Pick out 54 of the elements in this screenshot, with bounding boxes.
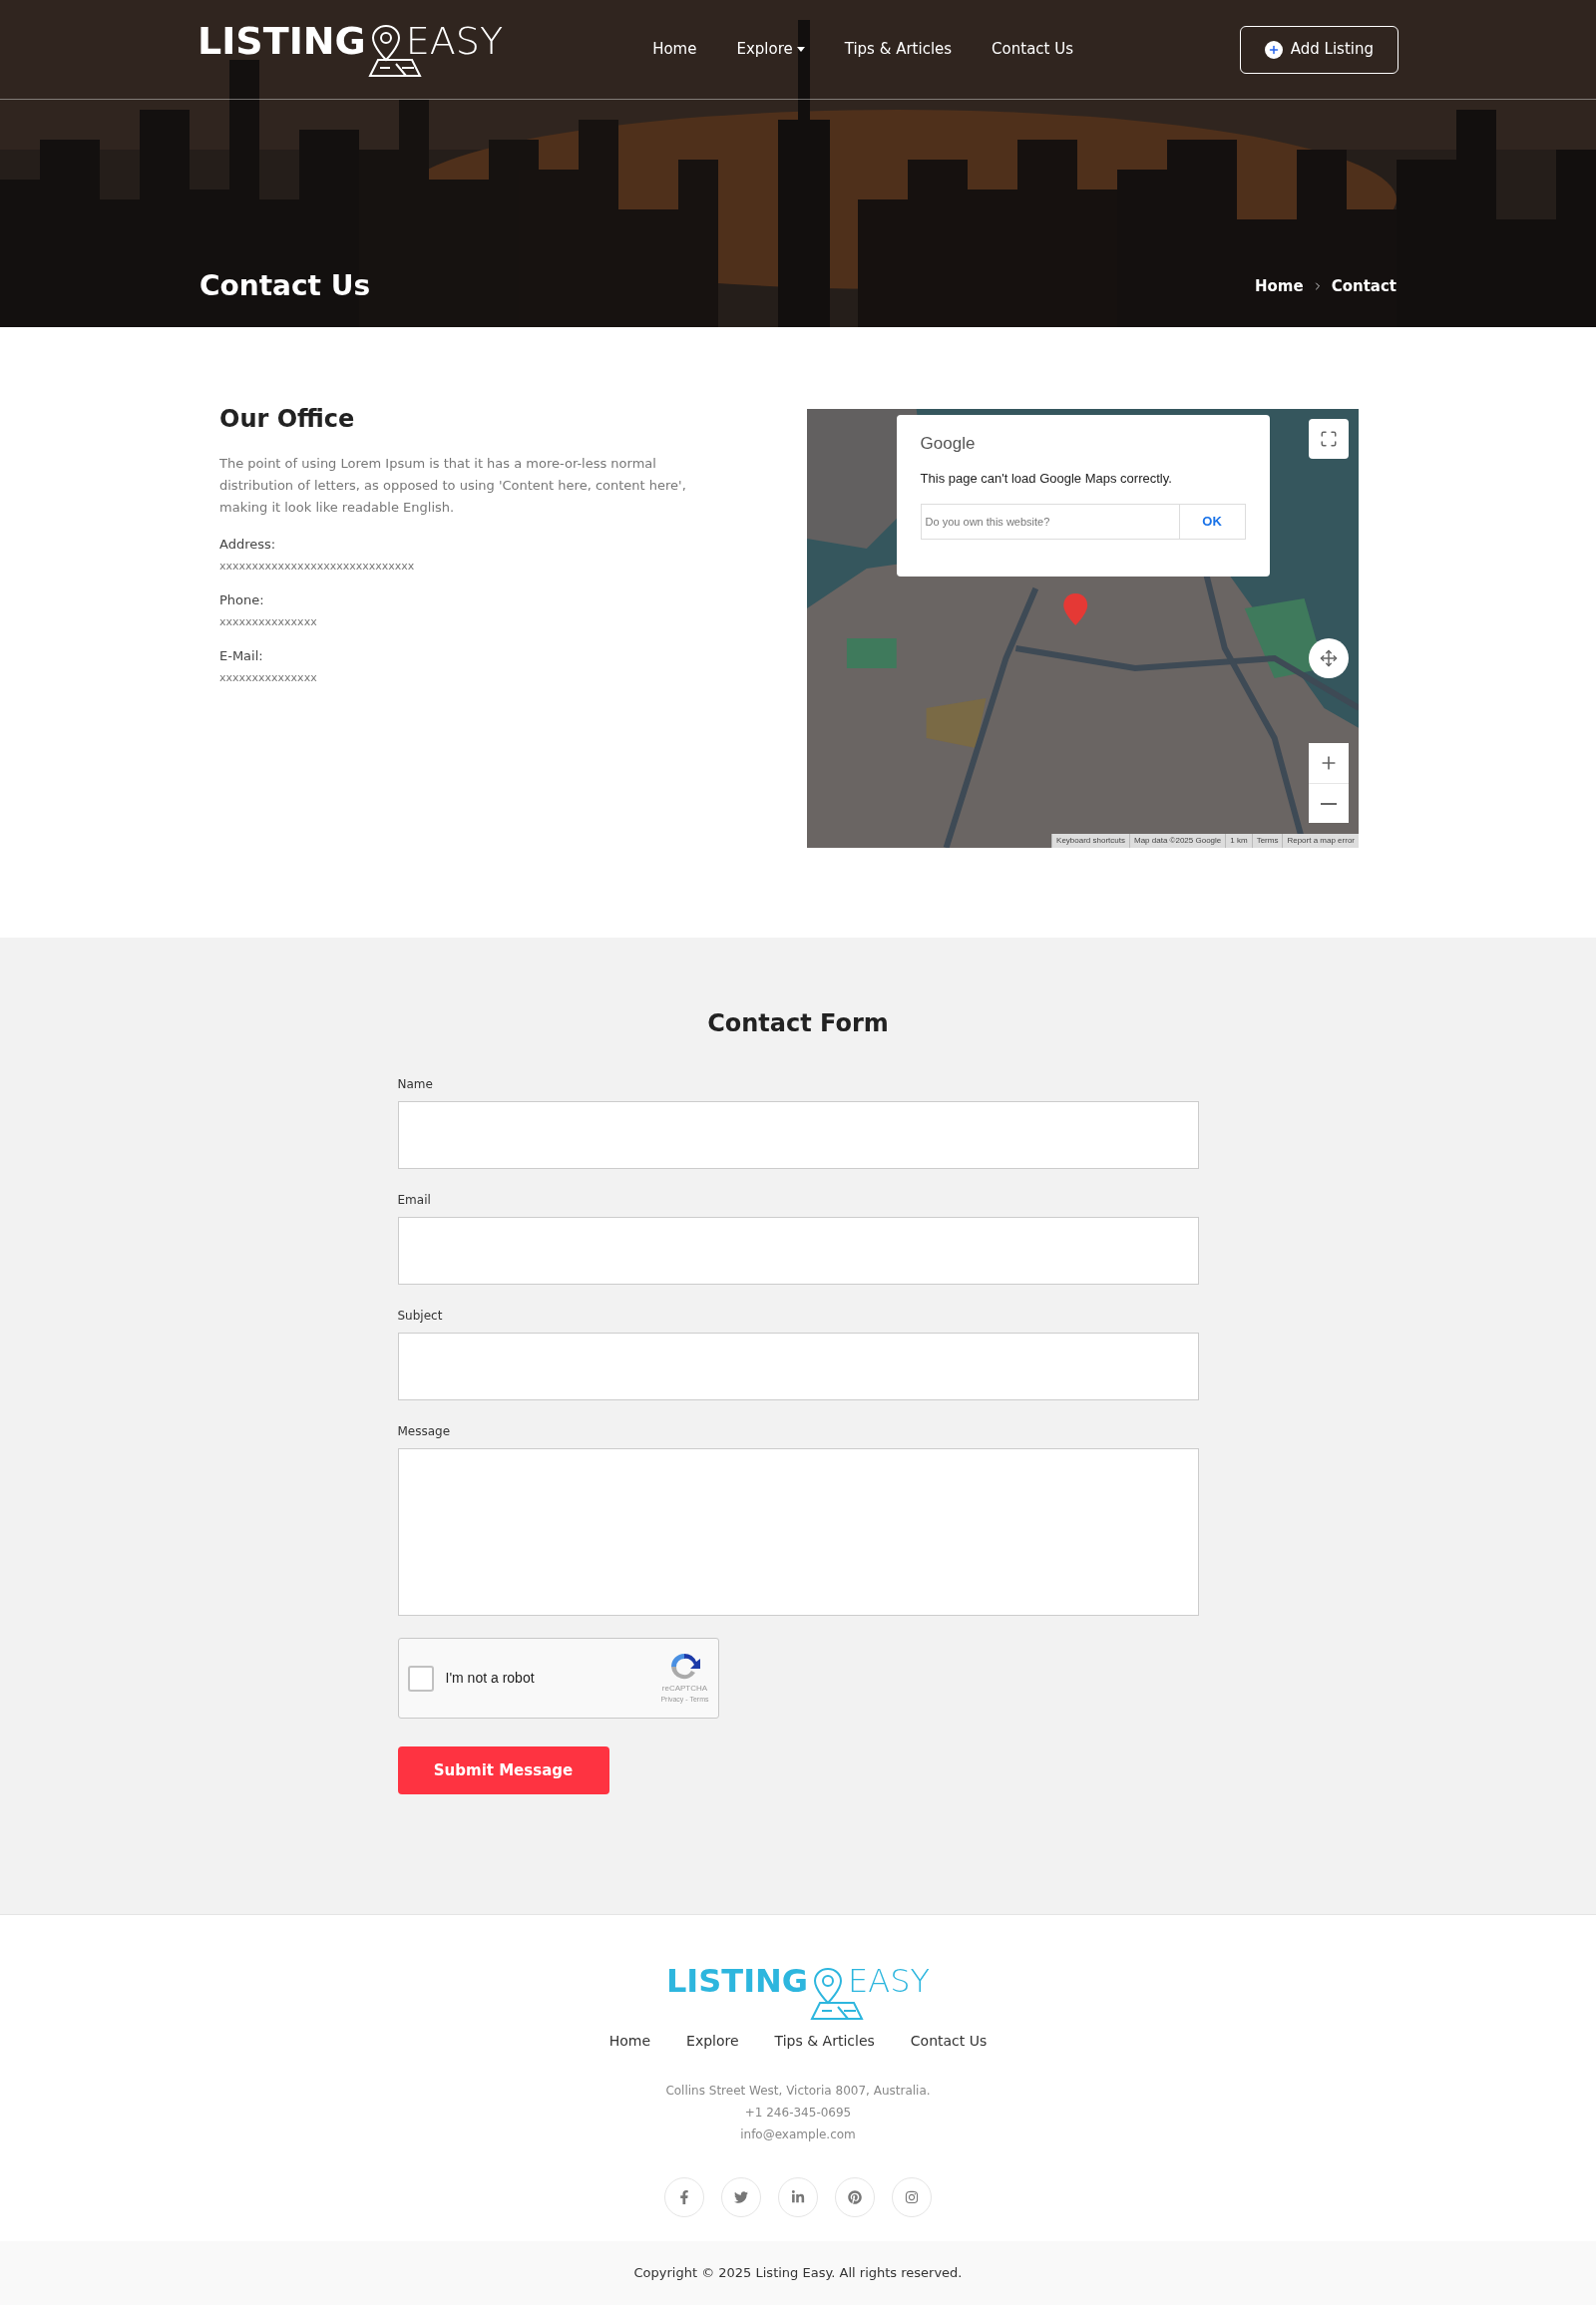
footer-contact-text: Collins Street West, Victoria 8007, Australia. [665,2083,931,2100]
detail-label: Phone: [219,591,265,609]
caret-icon [796,47,805,52]
field-label: Message [397,1423,452,1440]
submit-button[interactable]: Submit Message [397,1746,609,1794]
add-listing-button[interactable]: Add Listing [1239,25,1398,74]
page-title: Contact Us [200,268,371,304]
footer-contact-text: info@example.com [740,2127,856,2143]
map[interactable]: Google This page can't load Google Maps correctly. Do you own this website? OK Keyboard shortcuts Map data ©2025 Google 1 km Terms Report a map error [806,409,1359,848]
dialog-brand: Google [920,433,977,455]
nav-link[interactable]: Home [652,38,697,61]
message-field[interactable] [397,1448,1199,1616]
office-description: The point of using Lorem Ipsum is that it has a more-or-less normal distribution of letters, as opposed to using 'Content here, content here', making it look like readable English. [219,455,687,517]
text-field[interactable] [397,1333,1199,1400]
captcha-label: I'm not a robot [445,1669,535,1688]
attribution-text: 1 km [1225,834,1252,848]
field-label: Name [397,1076,434,1093]
move-arrows-icon [1320,649,1338,667]
detail-label: Address: [219,536,277,554]
detail-label: E-Mail: [219,647,264,665]
attribution-text[interactable]: Terms [1251,834,1283,848]
copyright-text: Copyright © 2025 Listing Easy. All rights reserved. [633,2264,963,2283]
form-title: Contact Form [706,1008,890,1039]
fullscreen-icon [1320,430,1338,448]
footer-link[interactable]: Home [608,2031,651,2052]
nav-link[interactable]: Tips & Articles [844,38,953,61]
footer-link[interactable]: Tips & Articles [774,2031,875,2052]
nav-link[interactable]: Explore [736,38,805,61]
detail-value: xxxxxxxxxxxxxxx [219,669,318,686]
field-label: Subject [397,1308,444,1325]
fullscreen-button[interactable] [1309,419,1349,459]
breadcrumb-link[interactable]: Home [1254,274,1304,298]
dialog-question: Do you own this website? [924,514,1051,530]
attribution-text[interactable]: Map data ©2025 Google [1129,834,1226,848]
footer-link[interactable]: Contact Us [910,2031,988,2052]
minus-icon [1321,802,1337,805]
captcha-checkbox[interactable] [407,1665,434,1692]
attribution-text[interactable]: Report a map error [1282,834,1359,848]
attribution-text[interactable]: Keyboard shortcuts [1051,834,1129,848]
text-field[interactable] [397,1217,1199,1285]
detail-value: xxxxxxxxxxxxxxxxxxxxxxxxxxxxxx [219,558,416,575]
text-field[interactable] [397,1101,1199,1169]
breadcrumb-link[interactable]: Contact [1331,274,1396,298]
ok-button[interactable]: OK [1178,505,1245,539]
footer-contact-text: +1 246-345-0695 [744,2105,852,2122]
detail-value: xxxxxxxxxxxxxxx [219,613,318,630]
logo-wordmark[interactable]: EASY [405,21,504,60]
recaptcha-brand: reCAPTCHA [661,1683,708,1696]
footer-link[interactable]: Explore [686,2031,739,2052]
dialog-message: This page can't load Google Maps correctly. [920,469,1173,488]
nav-link[interactable]: Contact Us [992,38,1073,61]
logo-wordmark[interactable]: LISTING [198,21,366,60]
field-label: Email [397,1192,432,1209]
section-title: Our Office [219,404,356,435]
